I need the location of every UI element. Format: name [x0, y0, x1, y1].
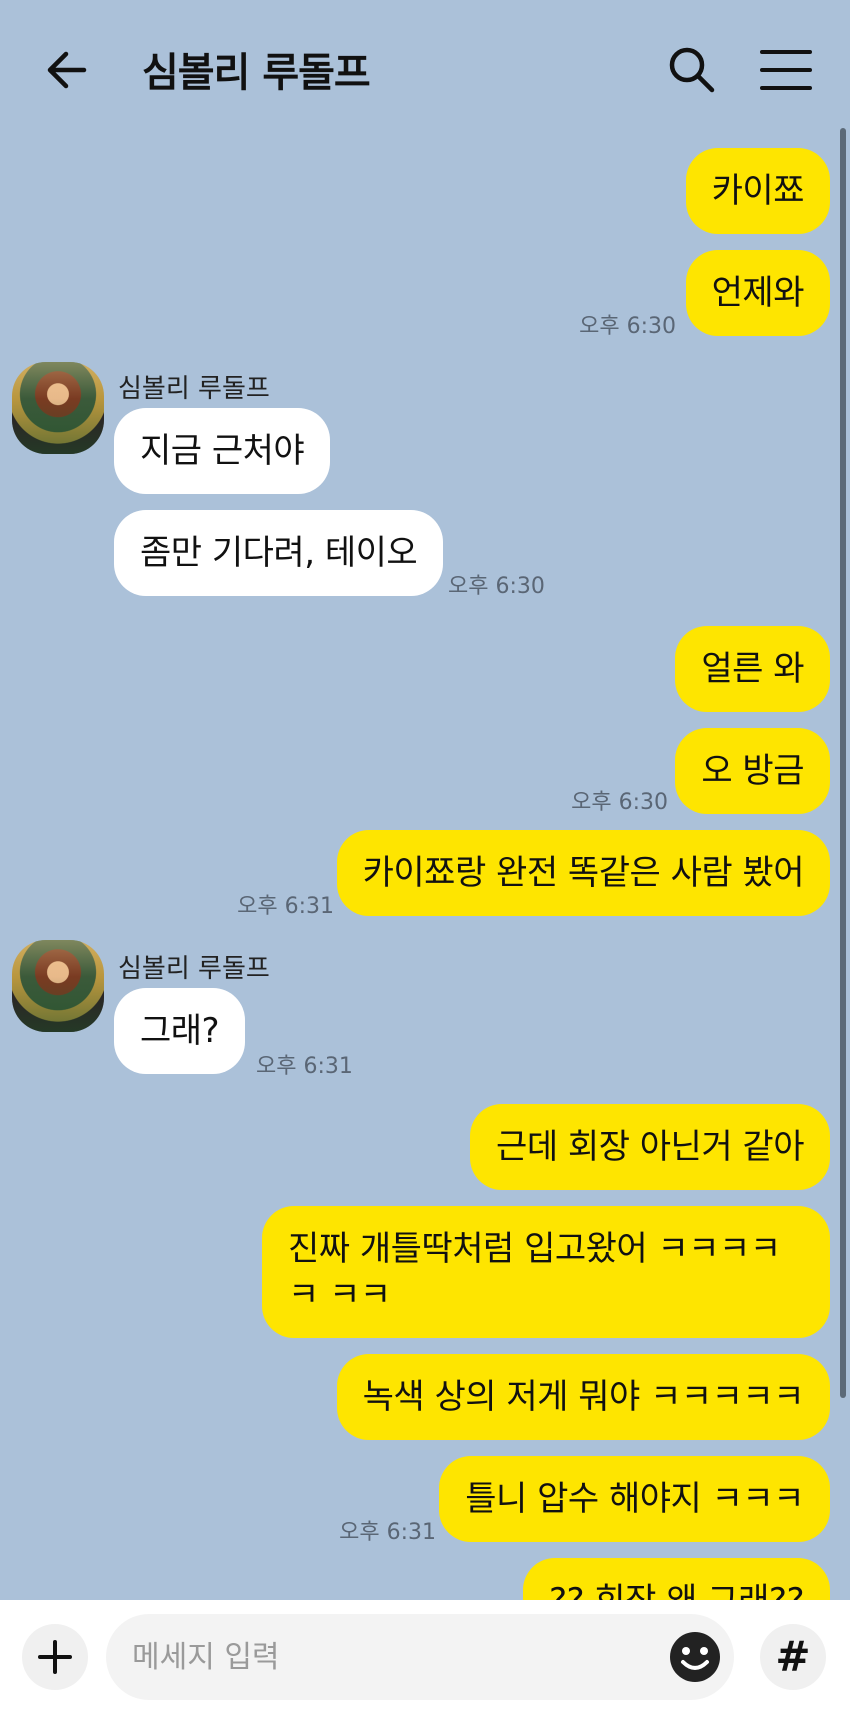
message-input[interactable]	[132, 1632, 652, 1682]
message-time: 오후 6:30	[579, 314, 676, 339]
emoji-button[interactable]	[666, 1628, 724, 1686]
sender-name: 심볼리 루돌프	[118, 374, 270, 404]
smiley-icon	[670, 1632, 720, 1682]
message-composer: #	[0, 1600, 850, 1713]
sender-name: 심볼리 루돌프	[118, 954, 270, 984]
message-list[interactable]: 카이쬬 언제와 오후 6:30 심볼리 루돌프 지금 근처야 좀만 기다려, 테…	[0, 0, 850, 1600]
message-time: 오후 6:31	[339, 1520, 436, 1545]
my-message-bubble[interactable]: 언제와	[685, 250, 830, 336]
my-message-bubble[interactable]: 틀니 압수 해야지 ㅋㅋㅋ	[439, 1456, 830, 1542]
my-message-bubble[interactable]: 얼른 와	[675, 626, 830, 712]
plus-icon	[38, 1640, 72, 1674]
attach-button[interactable]	[22, 1624, 88, 1690]
my-message-bubble[interactable]: ?? 회장 왜 그래??	[522, 1558, 830, 1600]
their-message-bubble[interactable]: 지금 근처야	[114, 408, 331, 494]
message-time: 오후 6:31	[256, 1054, 353, 1079]
hashtag-button[interactable]: #	[760, 1624, 826, 1690]
message-input-wrapper	[106, 1614, 734, 1700]
message-time: 오후 6:30	[571, 790, 668, 815]
their-message-bubble[interactable]: 그래?	[114, 988, 246, 1074]
sender-avatar[interactable]	[12, 362, 104, 454]
my-message-bubble[interactable]: 근데 회장 아닌거 같아	[470, 1104, 830, 1190]
my-message-bubble[interactable]: 진짜 개틀딱처럼 입고왔어 ㅋㅋㅋㅋㅋ ㅋㅋ	[262, 1206, 830, 1338]
my-message-bubble[interactable]: 녹색 상의 저게 뭐야 ㅋㅋㅋㅋㅋ	[336, 1354, 830, 1440]
message-time: 오후 6:31	[237, 894, 334, 919]
my-message-bubble[interactable]: 카이쬬	[685, 148, 830, 234]
my-message-bubble[interactable]: 오 방금	[675, 728, 830, 814]
my-message-bubble[interactable]: 카이쬬랑 완전 똑같은 사람 봤어	[336, 830, 830, 916]
sender-avatar[interactable]	[12, 940, 104, 1032]
their-message-bubble[interactable]: 좀만 기다려, 테이오	[114, 510, 444, 596]
message-time: 오후 6:30	[448, 574, 545, 599]
scrollbar[interactable]	[840, 128, 846, 1398]
